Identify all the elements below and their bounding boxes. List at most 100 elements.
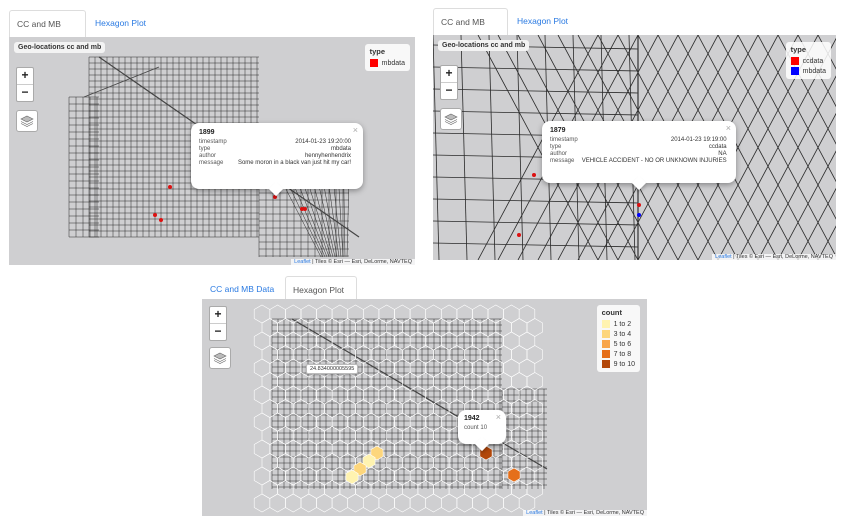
- hexagon-cell[interactable]: [511, 372, 528, 391]
- hexagon-cell[interactable]: [339, 453, 356, 472]
- hexagon-cell[interactable]: [347, 439, 364, 459]
- hexagon-cell[interactable]: [292, 480, 310, 499]
- hexagon-cell[interactable]: [448, 453, 465, 472]
- hexagon-cell[interactable]: [253, 466, 271, 486]
- hexagon-cell[interactable]: [324, 345, 341, 364]
- hexagon-cell[interactable]: [386, 372, 403, 391]
- hexagon-cell[interactable]: [518, 385, 536, 405]
- hexagon-cell[interactable]: [441, 466, 458, 486]
- hexagon-cell[interactable]: [253, 304, 271, 324]
- hexagon-cell[interactable]: [300, 439, 317, 459]
- hexagon-cell[interactable]: [433, 318, 450, 337]
- tab-hexagon-plot[interactable]: Hexagon Plot: [88, 10, 154, 36]
- hexagon-cell[interactable]: [316, 412, 333, 432]
- hexagon-cell[interactable]: [292, 372, 310, 391]
- hexagon-cell[interactable]: [409, 439, 426, 459]
- hexagon-cell[interactable]: [495, 345, 512, 364]
- hexagon-cell[interactable]: [269, 385, 286, 405]
- hexagon-cell[interactable]: [331, 439, 348, 459]
- hexagon-cell[interactable]: [409, 493, 426, 513]
- zoom-out-button[interactable]: −: [17, 84, 33, 101]
- hexagon-cell[interactable]: [285, 466, 302, 486]
- hexagon-cell[interactable]: [464, 480, 481, 499]
- hexagon-cell[interactable]: [347, 412, 364, 432]
- hexagon-cell[interactable]: [355, 480, 372, 499]
- hexagon-cell[interactable]: [518, 439, 536, 459]
- hexagon-cell[interactable]: [441, 358, 458, 378]
- hexagon-cell[interactable]: [464, 372, 481, 391]
- hexagon-cell[interactable]: [261, 426, 278, 445]
- event-marker[interactable]: [168, 185, 172, 189]
- hexagon-cell[interactable]: [448, 345, 465, 364]
- hexagon-cell[interactable]: [472, 466, 489, 486]
- hexagon-cell[interactable]: [300, 493, 317, 513]
- hexagon-cell[interactable]: [425, 439, 442, 459]
- hexagon-cell[interactable]: [378, 331, 395, 351]
- map-view[interactable]: Geo-locations cc and mb + − type mbdata …: [9, 37, 415, 265]
- hexagon-cell[interactable]: [331, 304, 348, 324]
- hexagon-cell[interactable]: [331, 493, 348, 513]
- hexagon-cell[interactable]: [394, 358, 411, 378]
- hexagon-cell[interactable]: [363, 412, 380, 432]
- hexagon-cell[interactable]: [526, 399, 543, 418]
- hexagon-cell[interactable]: [378, 358, 395, 378]
- hexagon-cell[interactable]: [261, 480, 278, 499]
- hexagon-cell[interactable]: [417, 480, 434, 499]
- hexagon-cell[interactable]: [456, 358, 473, 378]
- hexagon-cell[interactable]: [324, 426, 341, 445]
- hexagon-cell[interactable]: [316, 439, 333, 459]
- hexagon-cell[interactable]: [409, 358, 426, 378]
- event-marker[interactable]: [159, 218, 163, 222]
- hexagon-cell[interactable]: [456, 385, 473, 405]
- hexagon-cell[interactable]: [285, 304, 302, 324]
- hexagon-cell[interactable]: [456, 331, 473, 351]
- layers-control-button[interactable]: [16, 110, 38, 132]
- hexagon-cell[interactable]: [386, 453, 403, 472]
- hexagon-cell[interactable]: [394, 412, 411, 432]
- hexagon-cell[interactable]: [253, 385, 271, 405]
- hexagon-cell[interactable]: [433, 426, 450, 445]
- hexagon-cell[interactable]: [518, 466, 536, 486]
- hexagon-cell[interactable]: [503, 439, 520, 459]
- hexagon-cell[interactable]: [402, 453, 419, 472]
- hexagon-cell[interactable]: [355, 345, 372, 364]
- hexagon-cell[interactable]: [324, 318, 341, 337]
- hexagon-cell[interactable]: [425, 466, 442, 486]
- hexagon-cell[interactable]: [464, 318, 481, 337]
- hexagon-cell[interactable]: [292, 345, 310, 364]
- hexagon-cell[interactable]: [448, 480, 465, 499]
- hexagon-cell[interactable]: [285, 439, 302, 459]
- hexagon-cell[interactable]: [402, 345, 419, 364]
- hexagon-cell[interactable]: [472, 493, 489, 513]
- hexagon-cell[interactable]: [378, 493, 395, 513]
- hexagon-cell[interactable]: [324, 453, 341, 472]
- hexagon-cell[interactable]: [409, 331, 426, 351]
- hexagon-cell[interactable]: [433, 453, 450, 472]
- hexagon-cell[interactable]: [394, 493, 411, 513]
- hexagon-cell[interactable]: [511, 480, 528, 499]
- hexagon-cell[interactable]: [417, 453, 434, 472]
- hexagon-cell[interactable]: [355, 426, 372, 445]
- hexagon-cell[interactable]: [526, 480, 543, 499]
- hexagon-cell[interactable]: [409, 385, 426, 405]
- hexagon-cell[interactable]: [253, 358, 271, 378]
- hexagon-cell[interactable]: [518, 331, 536, 351]
- hexagon-cell[interactable]: [441, 331, 458, 351]
- hexagon-cell[interactable]: [386, 345, 403, 364]
- hexagon-cell[interactable]: [417, 426, 434, 445]
- hexagon-cell[interactable]: [277, 480, 294, 499]
- hexagon-cell[interactable]: [394, 304, 411, 324]
- hexagon-cell[interactable]: [503, 304, 520, 324]
- leaflet-link[interactable]: Leaflet: [526, 510, 543, 516]
- hexagon-cell[interactable]: [269, 493, 286, 513]
- hexagon-cell[interactable]: [441, 493, 458, 513]
- hexagon-cell[interactable]: [479, 372, 497, 391]
- hexagon-cell[interactable]: [394, 331, 411, 351]
- hexagon-cell[interactable]: [417, 372, 434, 391]
- hexagon-cell[interactable]: [464, 453, 481, 472]
- hexagon-cell[interactable]: [308, 345, 325, 364]
- hexagon-cell[interactable]: [331, 331, 348, 351]
- close-icon[interactable]: ×: [353, 125, 358, 135]
- hexagon-cell[interactable]: [425, 331, 442, 351]
- hexagon-cell[interactable]: [425, 385, 442, 405]
